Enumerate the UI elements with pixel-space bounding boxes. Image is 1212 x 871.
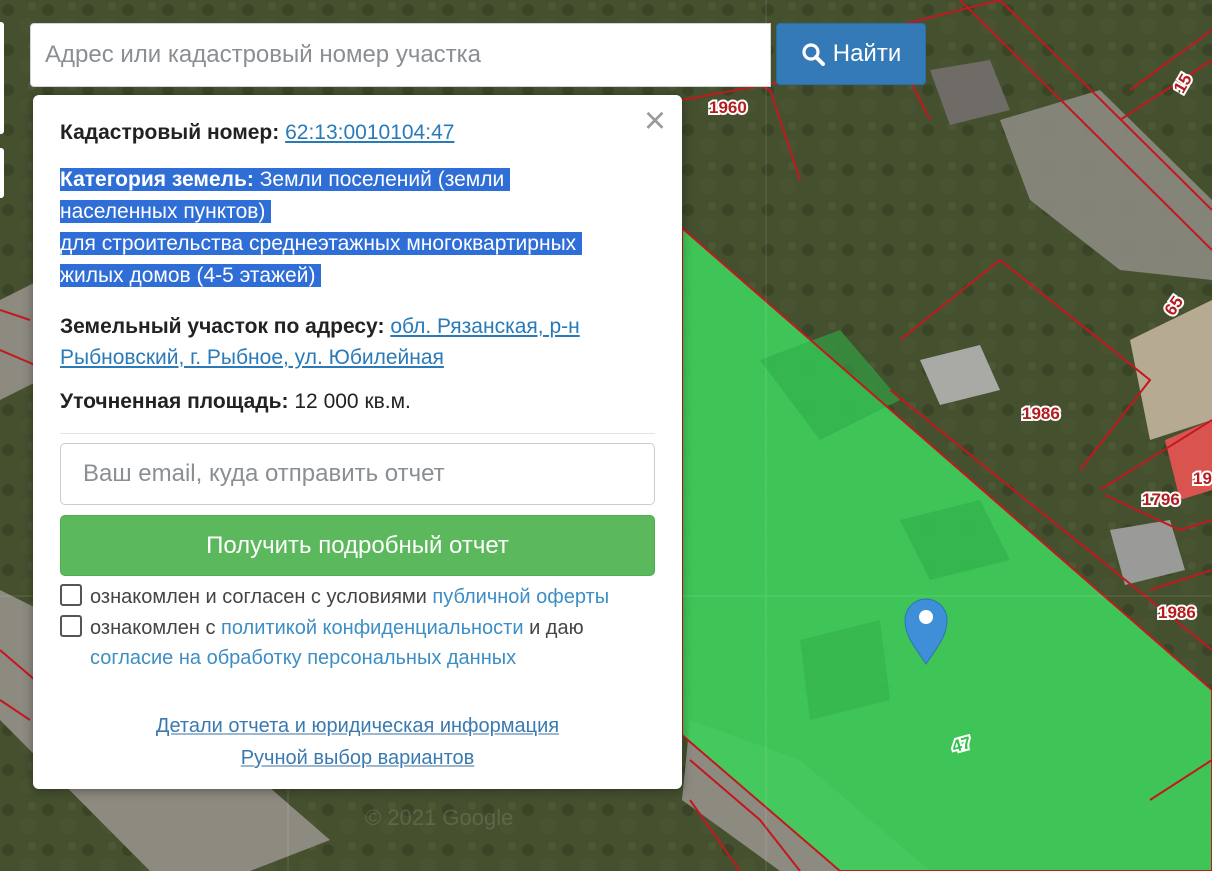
map-watermark: © 2021 Google (365, 805, 513, 830)
search-icon (802, 43, 825, 66)
address-link[interactable]: Рыбновский, г. Рыбное, ул. Юбилейная (60, 346, 444, 369)
land-category-purpose: для строительства среднеэтажных многоква… (60, 232, 583, 255)
email-input[interactable] (60, 443, 655, 505)
search-button-label: Найти (832, 40, 902, 67)
get-report-button[interactable]: Получить подробный отчет (60, 515, 655, 576)
offer-agreement-checkbox[interactable] (60, 584, 82, 606)
report-details-link[interactable]: Детали отчета и юридическая информация (156, 715, 559, 737)
parcel-label: 19 (1193, 469, 1212, 488)
search-button[interactable]: Найти (776, 23, 926, 85)
land-category-value: Земли поселений (земли (259, 168, 505, 191)
area-row: Уточненная площадь: 12 000 кв.м. (60, 390, 411, 414)
land-category-value: населенных пунктов) (60, 200, 272, 223)
address-link[interactable]: обл. Рязанская, р-н (390, 315, 579, 338)
privacy-agreement-checkbox[interactable] (60, 615, 82, 637)
privacy-policy-link[interactable]: политикой конфиденциальности (221, 617, 523, 639)
address-row: Земельный участок по адресу: обл. Рязанс… (60, 311, 650, 373)
public-offer-link[interactable]: публичной оферты (432, 586, 609, 608)
divider (60, 433, 655, 434)
manual-selection-row: Ручной выбор вариантов (33, 747, 682, 770)
cadastral-number-row: Кадастровый номер: 62:13:0010104:47 (60, 121, 454, 145)
report-details-row: Детали отчета и юридическая информация (33, 715, 682, 738)
land-category-row: Категория земель: Земли поселений (земли… (60, 164, 650, 292)
personal-data-consent-text: согласие на обработку персональных данны… (90, 647, 516, 670)
parcel-label: 1986 (1158, 603, 1196, 622)
land-category-purpose: жилых домов (4-5 этажей) (60, 264, 322, 287)
address-label: Земельный участок по адресу: (60, 315, 385, 338)
area-label: Уточненная площадь: (60, 390, 289, 413)
area-value: 12 000 кв.м. (294, 390, 411, 413)
land-category-label: Категория земель: (60, 168, 254, 191)
search-input[interactable] (30, 23, 771, 87)
close-icon[interactable]: × (639, 102, 671, 140)
parcel-info-popup: × Кадастровый номер: 62:13:0010104:47 Ка… (33, 95, 682, 789)
personal-data-consent-link[interactable]: согласие на обработку персональных данны… (90, 647, 516, 669)
offer-agreement-text: ознакомлен и согласен с условиями публич… (90, 586, 610, 608)
side-panel-tab[interactable] (0, 148, 4, 198)
cadastral-number-link[interactable]: 62:13:0010104:47 (285, 121, 454, 144)
cadastral-number-label: Кадастровый номер: (60, 121, 280, 144)
parcel-label: 1960 (709, 98, 747, 117)
manual-selection-link[interactable]: Ручной выбор вариантов (241, 747, 475, 769)
parcel-label: 1986 (1022, 404, 1060, 423)
privacy-agreement-text: ознакомлен с политикой конфиденциальност… (90, 617, 584, 639)
parcel-label: 1796 (1142, 490, 1180, 509)
side-panel-tab[interactable] (0, 22, 4, 134)
